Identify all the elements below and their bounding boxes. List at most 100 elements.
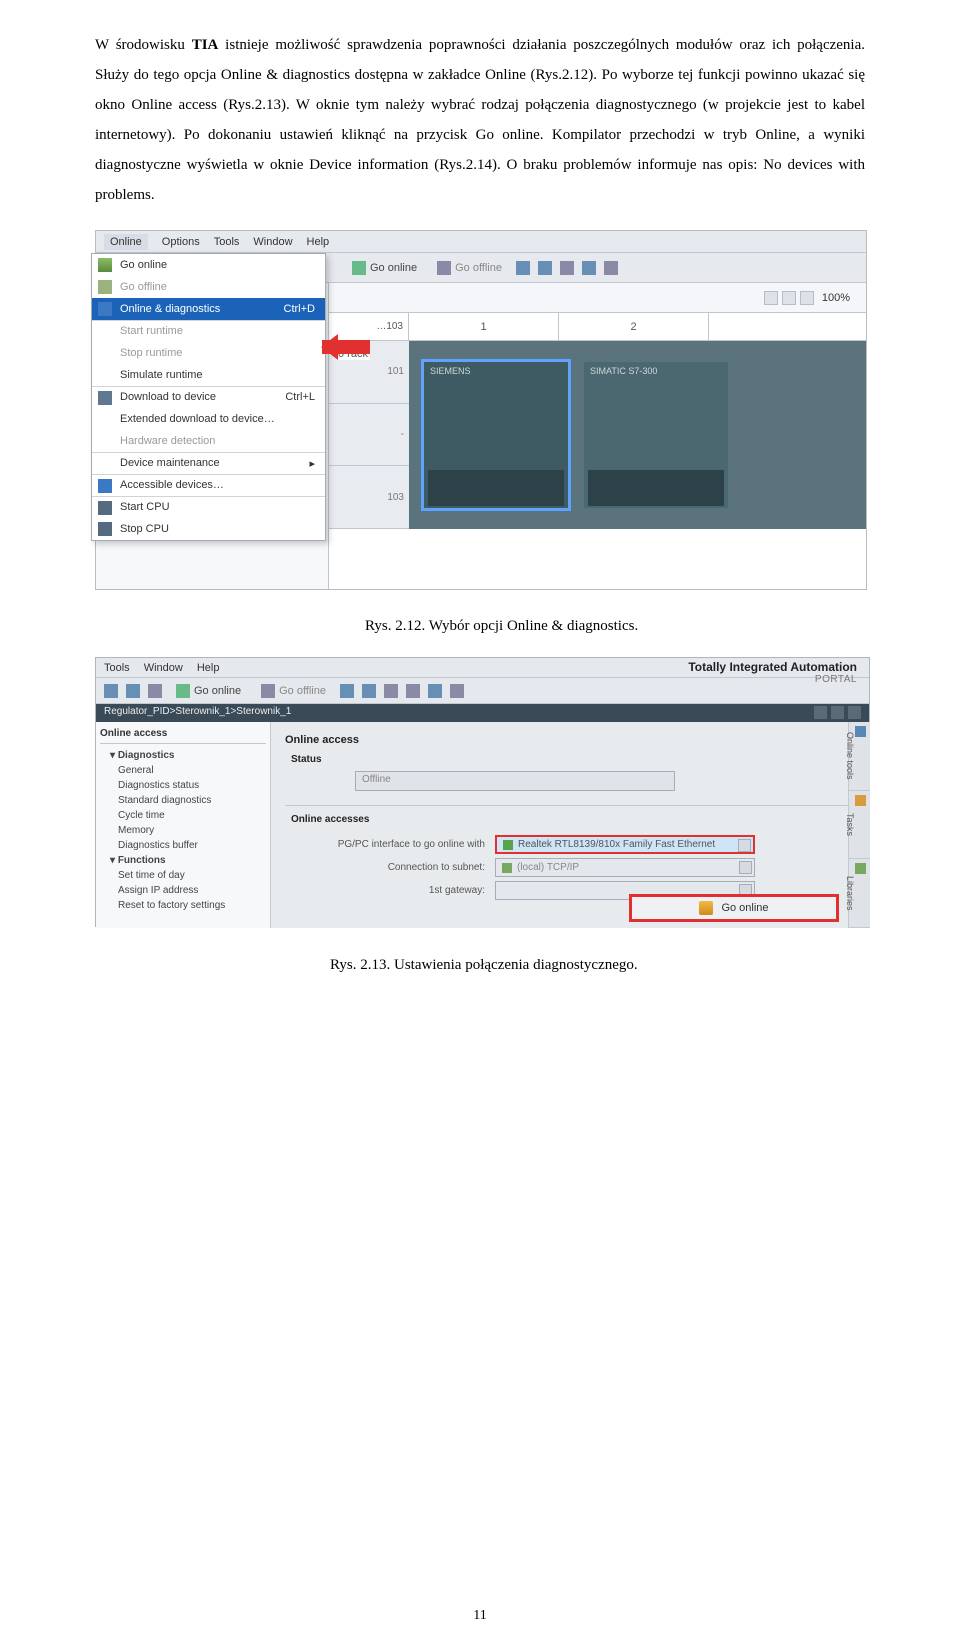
go-offline-label: Go offline [455, 262, 502, 274]
go-online-icon [352, 261, 366, 275]
dd-label: Extended download to device… [120, 413, 275, 425]
menu-online[interactable]: Online [104, 234, 148, 250]
dd-label: Stop CPU [120, 523, 169, 535]
dd-start-cpu[interactable]: Start CPU [92, 496, 325, 518]
figure-caption-1: Rys. 2.12. Wybór opcji Online & diagnost… [95, 618, 865, 635]
pgpc-value: Realtek RTL8139/810x Family Fast Etherne… [518, 839, 715, 850]
tab-tasks[interactable]: Tasks [849, 791, 870, 860]
diagnostics-icon [98, 302, 112, 316]
tree-factory-reset[interactable]: Reset to factory settings [100, 898, 266, 913]
zoom-icons[interactable] [764, 291, 814, 305]
menu-tools[interactable]: Tools [104, 662, 130, 674]
tree-memory[interactable]: Memory [100, 823, 266, 838]
editor-toolbar: 100% [329, 283, 866, 313]
tab-libraries[interactable]: Libraries [849, 859, 870, 928]
dd-download-to-device[interactable]: Download to deviceCtrl+L [92, 386, 325, 408]
close-icon [848, 706, 861, 719]
tree-general[interactable]: General [100, 763, 266, 778]
go-online-button[interactable]: Go online [170, 682, 247, 700]
pgpc-row: PG/PC interface to go online with Realte… [285, 835, 855, 854]
menu-window[interactable]: Window [144, 662, 183, 674]
dd-start-runtime: Start runtime [92, 320, 325, 342]
gateway-label: 1st gateway: [285, 885, 485, 896]
tree-diag-status[interactable]: Diagnostics status [100, 778, 266, 793]
tree-diag-buffer[interactable]: Diagnostics buffer [100, 838, 266, 853]
toolbar-icon[interactable] [538, 261, 552, 275]
toolbar-icon[interactable] [148, 684, 162, 698]
dd-shortcut: Ctrl+D [284, 303, 315, 315]
rack-slot-1[interactable]: SIEMENS [421, 359, 571, 511]
toolbar-icon[interactable] [362, 684, 376, 698]
toolbar-icon[interactable] [406, 684, 420, 698]
tab-online-tools[interactable]: Online tools [849, 722, 870, 791]
toolbar-icon[interactable] [450, 684, 464, 698]
dd-go-online[interactable]: Go online [92, 254, 325, 276]
toolbar-icon[interactable] [428, 684, 442, 698]
tia-header: Totally Integrated Automation PORTAL [688, 660, 857, 685]
dd-extended-download[interactable]: Extended download to device… [92, 408, 325, 430]
tia-portal: PORTAL [688, 674, 857, 685]
rack-area[interactable]: 101 - 103 SIEMENS SIMATIC S7-300 [329, 341, 866, 529]
subnet-select[interactable]: (local) TCP/IP [495, 858, 755, 877]
figure-caption-2: Rys. 2.13. Ustawienia połączenia diagnos… [95, 957, 865, 974]
go-offline-button[interactable]: Go offline [255, 682, 332, 700]
menu-options[interactable]: Options [162, 236, 200, 248]
tree-time-of-day[interactable]: Set time of day [100, 868, 266, 883]
zoom-value[interactable]: 100% [822, 292, 850, 304]
start-cpu-icon [98, 501, 112, 515]
menu-window[interactable]: Window [253, 236, 292, 248]
go-online-button-main[interactable]: Go online [629, 894, 839, 922]
module-2[interactable]: SIMATIC S7-300 [584, 362, 728, 508]
go-offline-icon [261, 684, 275, 698]
nic-chip-icon [503, 840, 513, 850]
pgpc-interface-select[interactable]: Realtek RTL8139/810x Family Fast Etherne… [495, 835, 755, 854]
para-text-a: W środowisku [95, 37, 192, 53]
dd-simulate-runtime[interactable]: Simulate runtime [92, 364, 325, 386]
dd-go-offline[interactable]: Go offline [92, 276, 325, 298]
go-online-button[interactable]: Go online [346, 259, 423, 277]
dd-label: Simulate runtime [120, 369, 203, 381]
tree-std-diag[interactable]: Standard diagnostics [100, 793, 266, 808]
toolbar-icon[interactable] [126, 684, 140, 698]
screenshot-online-access: Tools Window Help Totally Integrated Aut… [95, 657, 870, 927]
dd-online-diagnostics[interactable]: Online & diagnosticsCtrl+D [92, 298, 325, 320]
dd-device-maintenance[interactable]: Device maintenance▸ [92, 452, 325, 474]
menu-tools[interactable]: Tools [214, 236, 240, 248]
window-controls[interactable] [814, 706, 861, 720]
toolbar-icon[interactable] [340, 684, 354, 698]
chevron-down-icon[interactable] [738, 839, 751, 852]
toolbar-icon[interactable] [560, 261, 574, 275]
chevron-down-icon[interactable] [739, 861, 752, 874]
go-offline-button[interactable]: Go offline [431, 259, 508, 277]
module-bottom [588, 470, 724, 506]
diagnostics-tree[interactable]: Online access ▾ Diagnostics General Diag… [96, 722, 271, 928]
go-online-icon [176, 684, 190, 698]
rack-col-2: 2 [559, 313, 709, 340]
tree-functions[interactable]: ▾ Functions [100, 853, 266, 868]
tree-diagnostics[interactable]: ▾ Diagnostics [100, 748, 266, 763]
toolbar-icon[interactable] [582, 261, 596, 275]
menu-bar[interactable]: Online Options Tools Window Help [96, 231, 866, 253]
online-tools-icon [855, 726, 866, 737]
module-label: SIMATIC S7-300 [590, 366, 722, 376]
side-tabs[interactable]: Online tools Tasks Libraries [848, 722, 870, 928]
menu-help[interactable]: Help [307, 236, 330, 248]
toolbar-icon[interactable] [104, 684, 118, 698]
toolbar-icon[interactable] [604, 261, 618, 275]
rack-slot-2[interactable]: SIMATIC S7-300 [581, 359, 731, 511]
cpu-module[interactable]: SIEMENS [424, 362, 568, 508]
tree-assign-ip[interactable]: Assign IP address [100, 883, 266, 898]
tree-cycle-time[interactable]: Cycle time [100, 808, 266, 823]
para-bold: TIA [192, 37, 219, 53]
rack-head-cell: …103 [329, 313, 409, 340]
online-dropdown-menu[interactable]: Go online Go offline Online & diagnostic… [91, 253, 326, 541]
devices-icon [98, 479, 112, 493]
rack-row-dash: - [329, 404, 409, 467]
rack-row-103: 103 [329, 466, 409, 529]
menu-help[interactable]: Help [197, 662, 220, 674]
dd-accessible-devices[interactable]: Accessible devices… [92, 474, 325, 496]
toolbar-icon[interactable] [384, 684, 398, 698]
dd-label: Go offline [120, 281, 167, 293]
toolbar-icon[interactable] [516, 261, 530, 275]
dd-stop-cpu[interactable]: Stop CPU [92, 518, 325, 540]
